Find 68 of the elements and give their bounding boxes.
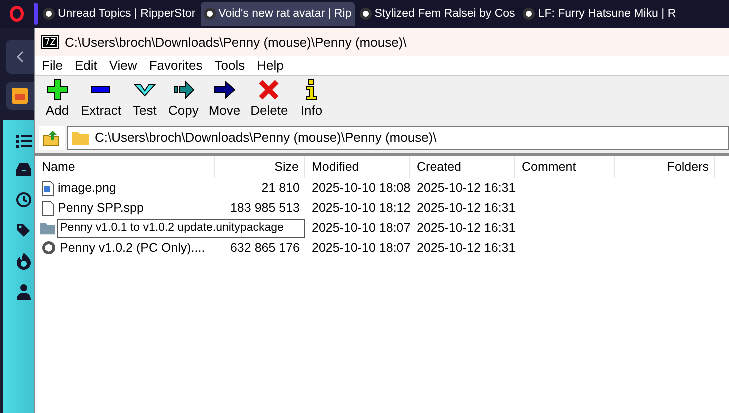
site-icon: [43, 8, 55, 20]
plus-icon: [46, 79, 68, 101]
arrow-icon: [214, 79, 236, 101]
site-icon: [11, 87, 29, 105]
arrow-icon: [172, 79, 195, 101]
column-header[interactable]: Comment: [515, 156, 615, 178]
modified-date: 2025-10-10 18:08: [311, 180, 410, 197]
menu-item[interactable]: File: [37, 58, 70, 73]
window-title: C:\Users\broch\Downloads\Penny (mouse)\Penny (mouse)\: [65, 34, 407, 50]
rename-field[interactable]: Penny v1.0.1 to v1.0.2 update.unitypackage: [57, 218, 305, 238]
created-date: 2025-10-12 16:31: [416, 220, 515, 237]
file-icon: [42, 200, 54, 216]
file-size: 21 810: [260, 180, 301, 197]
folder-icon: [40, 222, 56, 234]
file-name[interactable]: Penny v1.0.2 (PC Only)....: [35, 238, 215, 258]
site-icon: [523, 8, 536, 20]
back-button[interactable]: [6, 40, 34, 74]
column-header[interactable]: Size: [215, 156, 305, 178]
column-header[interactable]: Created: [410, 156, 515, 178]
toolbar-button[interactable]: Delete: [246, 79, 294, 118]
created-date: 2025-10-12 16:31: [416, 240, 515, 257]
browser-tab[interactable]: LF: Furry Hatsune Miku | R: [520, 2, 680, 26]
modified-date: 2025-10-10 18:12: [311, 200, 410, 217]
toolbar-button[interactable]: Add: [39, 79, 76, 118]
toolbar-button[interactable]: Move: [204, 79, 246, 118]
site-shortcut[interactable]: [6, 82, 34, 110]
menu-item[interactable]: Tools: [210, 58, 252, 73]
created-date: 2025-10-12 16:31: [416, 200, 515, 217]
toolbar-button[interactable]: Copy: [163, 79, 204, 118]
file-size: 632 865 176: [229, 240, 301, 257]
path-text: C:\Users\broch\Downloads\Penny (mouse)\Penny (mouse)\: [95, 130, 437, 145]
column-header[interactable]: Modified: [305, 156, 410, 178]
up-folder-button[interactable]: [39, 126, 65, 150]
list-icon[interactable]: [16, 134, 32, 148]
app-logo-icon: [41, 35, 59, 49]
file-size: 183 985 513: [229, 200, 301, 217]
modified-date: 2025-10-10 18:07: [311, 240, 410, 257]
created-date: 2025-10-12 16:31: [416, 180, 515, 197]
cross-icon: [258, 79, 280, 101]
browser-tab[interactable]: Stylized Fem Ralsei by Cos: [356, 2, 518, 26]
tag-icon[interactable]: [16, 222, 32, 238]
site-icon: [204, 8, 216, 20]
flame-icon[interactable]: [16, 252, 32, 270]
image-file-icon: [42, 180, 54, 196]
modified-date: 2025-10-10 18:07: [311, 220, 410, 237]
column-header[interactable]: Folders: [615, 156, 715, 178]
browser-tab[interactable]: Unread Topics | RipperStor: [40, 2, 199, 26]
clock-icon[interactable]: [16, 192, 32, 208]
file-name[interactable]: image.png: [35, 178, 215, 198]
menu-item[interactable]: Favorites: [144, 58, 210, 73]
folder-icon: [72, 130, 89, 144]
file-name[interactable]: Penny SPP.spp: [35, 198, 215, 218]
person-icon[interactable]: [16, 284, 32, 300]
toolbar-button[interactable]: Extract: [76, 79, 126, 118]
toolbar-button[interactable]: Info: [293, 79, 330, 118]
browser-logo-icon[interactable]: [10, 6, 24, 22]
folder-up-icon: [43, 128, 61, 146]
menu-item[interactable]: Help: [252, 58, 291, 73]
menu-item[interactable]: Edit: [70, 58, 104, 73]
cube-icon: [42, 241, 56, 255]
path-field[interactable]: C:\Users\broch\Downloads\Penny (mouse)\Penny (mouse)\: [67, 126, 729, 150]
browser-tab[interactable]: Void's new rat avatar | Rip: [200, 2, 355, 26]
column-header[interactable]: Name: [35, 156, 215, 178]
menu-item[interactable]: View: [104, 58, 144, 73]
toolbar-button[interactable]: Test: [126, 79, 164, 118]
back-icon: [16, 51, 24, 63]
site-icon: [360, 8, 372, 20]
inbox-icon[interactable]: [16, 162, 32, 178]
